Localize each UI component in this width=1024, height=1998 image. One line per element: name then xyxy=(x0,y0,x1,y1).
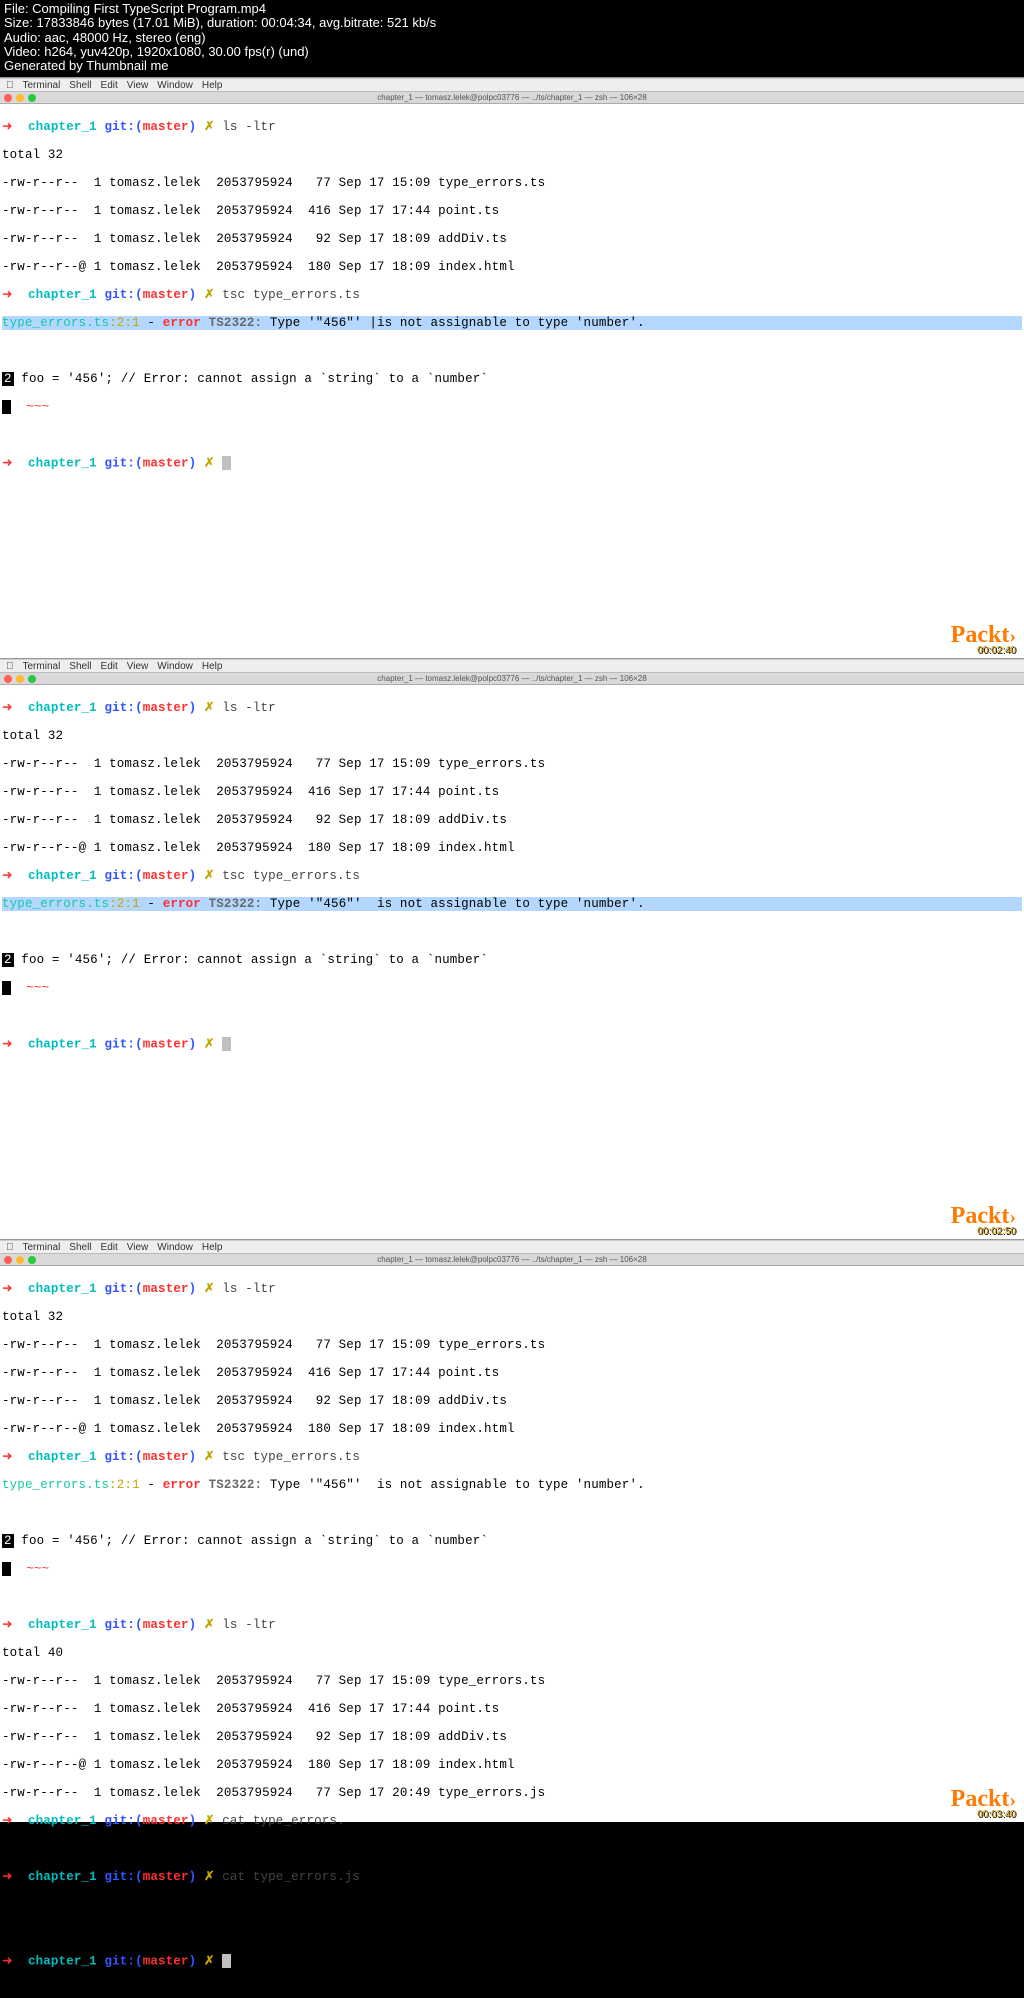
command-ls: ls -ltr xyxy=(222,1282,276,1296)
mac-menubar[interactable]:  Terminal Shell Edit View Window Help xyxy=(0,1240,1024,1254)
ls-row: -rw-r--r-- 1 tomasz.lelek 2053795924 416… xyxy=(2,1702,1022,1716)
ls-row: -rw-r--r-- 1 tomasz.lelek 2053795924 416… xyxy=(2,785,1022,799)
terminal-tabbar: chapter_1 — tomasz.lelek@polpc03776 — ..… xyxy=(0,92,1024,104)
menu-shell[interactable]: Shell xyxy=(69,79,91,91)
js-line: var foo = 123; xyxy=(2,1898,1022,1912)
ls-row: -rw-r--r--@ 1 tomasz.lelek 2053795924 18… xyxy=(2,260,1022,274)
menu-view[interactable]: View xyxy=(127,79,149,91)
menu-window[interactable]: Window xyxy=(157,660,193,672)
source-line: 2 foo = '456'; // Error: cannot assign a… xyxy=(2,1534,1022,1548)
cursor-icon xyxy=(222,1037,231,1051)
command-tsc: tsc type_errors.ts xyxy=(222,288,360,302)
menu-view[interactable]: View xyxy=(127,1241,149,1253)
compile-error-line: type_errors.ts:2:1 - error TS2322: Type … xyxy=(2,316,1022,330)
source-underline: ~~~ xyxy=(2,400,1022,414)
cat-error: cat: type_errors.: No such file or direc… xyxy=(2,1842,1022,1856)
terminal-output[interactable]: ➜ chapter_1 git:(master) ✗ ls -ltr total… xyxy=(0,685,1024,1079)
menu-terminal[interactable]: Terminal xyxy=(23,1241,61,1253)
ls-row: -rw-r--r-- 1 tomasz.lelek 2053795924 92 … xyxy=(2,232,1022,246)
menu-window[interactable]: Window xyxy=(157,79,193,91)
ls-row: -rw-r--r-- 1 tomasz.lelek 2053795924 92 … xyxy=(2,813,1022,827)
menu-edit[interactable]: Edit xyxy=(101,660,118,672)
watermark: Packt› 00:02:50 xyxy=(951,1203,1016,1237)
source-line: 2 foo = '456'; // Error: cannot assign a… xyxy=(2,372,1022,386)
command-ls: ls -ltr xyxy=(222,701,276,715)
ls-row: -rw-r--r-- 1 tomasz.lelek 2053795924 92 … xyxy=(2,1730,1022,1744)
menu-shell[interactable]: Shell xyxy=(69,660,91,672)
ls-row: -rw-r--r-- 1 tomasz.lelek 2053795924 77 … xyxy=(2,1786,1022,1800)
meta-size: Size: 17833846 bytes (17.01 MiB), durati… xyxy=(4,16,1020,30)
apple-menu-icon[interactable]:  xyxy=(6,79,14,91)
menu-help[interactable]: Help xyxy=(202,1241,223,1253)
source-underline: ~~~ xyxy=(2,981,1022,995)
cursor-icon xyxy=(222,456,231,470)
compile-error-line: type_errors.ts:2:1 - error TS2322: Type … xyxy=(2,897,1022,911)
ls-total: total 32 xyxy=(2,1310,1022,1324)
ls-row: -rw-r--r--@ 1 tomasz.lelek 2053795924 18… xyxy=(2,841,1022,855)
menu-terminal[interactable]: Terminal xyxy=(23,660,61,672)
terminal-tabbar: chapter_1 — tomasz.lelek@polpc03776 — ..… xyxy=(0,673,1024,685)
ls-total: total 32 xyxy=(2,148,1022,162)
ls-row: -rw-r--r--@ 1 tomasz.lelek 2053795924 18… xyxy=(2,1422,1022,1436)
meta-generated: Generated by Thumbnail me xyxy=(4,59,1020,73)
mac-menubar[interactable]:  Terminal Shell Edit View Window Help xyxy=(0,78,1024,92)
thumbnail-frame-2:  Terminal Shell Edit View Window Help c… xyxy=(0,658,1024,1239)
menu-help[interactable]: Help xyxy=(202,79,223,91)
terminal-tabbar: chapter_1 — tomasz.lelek@polpc03776 — ..… xyxy=(0,1254,1024,1266)
cursor-icon xyxy=(222,1954,231,1968)
window-title: chapter_1 — tomasz.lelek@polpc03776 — ..… xyxy=(0,1254,1024,1266)
command-cat-js: cat type_errors.js xyxy=(222,1870,360,1884)
source-line: 2 foo = '456'; // Error: cannot assign a… xyxy=(2,953,1022,967)
menu-edit[interactable]: Edit xyxy=(101,1241,118,1253)
terminal-output[interactable]: ➜ chapter_1 git:(master) ✗ ls -ltr total… xyxy=(0,1266,1024,1996)
prompt-idle: ➜ chapter_1 git:(master) ✗ xyxy=(2,1954,1022,1968)
js-line: foo = '456'; // Error: cannot assign a `… xyxy=(2,1926,1022,1940)
command-tsc: tsc type_errors.ts xyxy=(222,1450,360,1464)
ls-row: -rw-r--r-- 1 tomasz.lelek 2053795924 77 … xyxy=(2,757,1022,771)
compile-error-line: type_errors.ts:2:1 - error TS2322: Type … xyxy=(2,1478,1022,1492)
terminal-output[interactable]: ➜ chapter_1 git:(master) ✗ ls -ltr total… xyxy=(0,104,1024,498)
ls-row: -rw-r--r-- 1 tomasz.lelek 2053795924 77 … xyxy=(2,176,1022,190)
meta-video: Video: h264, yuv420p, 1920x1080, 30.00 f… xyxy=(4,45,1020,59)
thumbnail-frame-3:  Terminal Shell Edit View Window Help c… xyxy=(0,1239,1024,1822)
command-ls: ls -ltr xyxy=(222,120,276,134)
prompt-idle: ➜ chapter_1 git:(master) ✗ xyxy=(2,1037,1022,1051)
apple-menu-icon[interactable]:  xyxy=(6,1241,14,1253)
ls-row: -rw-r--r-- 1 tomasz.lelek 2053795924 416… xyxy=(2,1366,1022,1380)
ls-total: total 32 xyxy=(2,729,1022,743)
thumbnail-frame-1:  Terminal Shell Edit View Window Help c… xyxy=(0,77,1024,658)
menu-view[interactable]: View xyxy=(127,660,149,672)
mac-menubar[interactable]:  Terminal Shell Edit View Window Help xyxy=(0,659,1024,673)
ls-row: -rw-r--r-- 1 tomasz.lelek 2053795924 77 … xyxy=(2,1674,1022,1688)
menu-window[interactable]: Window xyxy=(157,1241,193,1253)
menu-help[interactable]: Help xyxy=(202,660,223,672)
source-underline: ~~~ xyxy=(2,1562,1022,1576)
meta-audio: Audio: aac, 48000 Hz, stereo (eng) xyxy=(4,31,1020,45)
command-ls-2: ls -ltr xyxy=(222,1618,276,1632)
ls-row: -rw-r--r-- 1 tomasz.lelek 2053795924 416… xyxy=(2,204,1022,218)
ls-row: -rw-r--r--@ 1 tomasz.lelek 2053795924 18… xyxy=(2,1758,1022,1772)
watermark: Packt› 00:03:40 xyxy=(951,1786,1016,1820)
command-cat-bad: cat type_errors. xyxy=(222,1814,344,1828)
window-title: chapter_1 — tomasz.lelek@polpc03776 — ..… xyxy=(0,673,1024,685)
menu-terminal[interactable]: Terminal xyxy=(23,79,61,91)
command-tsc: tsc type_errors.ts xyxy=(222,869,360,883)
ls-row: -rw-r--r-- 1 tomasz.lelek 2053795924 77 … xyxy=(2,1338,1022,1352)
video-metadata-header: File: Compiling First TypeScript Program… xyxy=(0,0,1024,77)
ls-total: total 40 xyxy=(2,1646,1022,1660)
ls-row: -rw-r--r-- 1 tomasz.lelek 2053795924 92 … xyxy=(2,1394,1022,1408)
watermark: Packt› 00:02:40 xyxy=(951,622,1016,656)
apple-menu-icon[interactable]:  xyxy=(6,660,14,672)
prompt-idle: ➜ chapter_1 git:(master) ✗ xyxy=(2,456,1022,470)
window-title: chapter_1 — tomasz.lelek@polpc03776 — ..… xyxy=(0,92,1024,104)
meta-file: File: Compiling First TypeScript Program… xyxy=(4,2,1020,16)
menu-shell[interactable]: Shell xyxy=(69,1241,91,1253)
menu-edit[interactable]: Edit xyxy=(101,79,118,91)
